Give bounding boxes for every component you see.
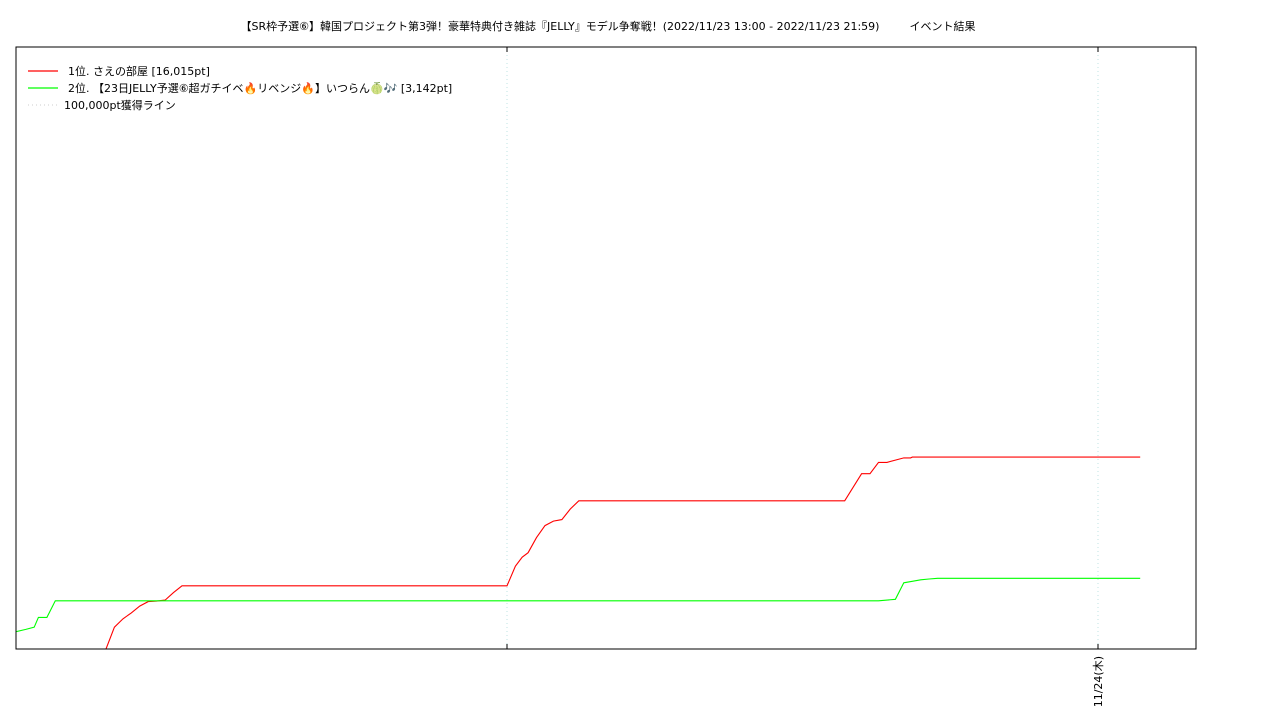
grid-lines <box>506 47 1099 649</box>
series-line-1 <box>16 456 1141 649</box>
legend-label-3: 100,000pt獲得ライン <box>64 99 176 112</box>
legend: 1位. さえの部屋 [16,015pt] 2位. 【23日JELLY予選⑥超ガチイ… <box>28 64 452 112</box>
series-line-2 <box>16 577 1141 633</box>
x-tick-label: 11/24(木) <box>1092 656 1105 707</box>
legend-label-1: 1位. さえの部屋 [16,015pt] <box>68 64 210 78</box>
line-chart: 11/24(木) 1位. さえの部屋 [16,015pt] 2位. 【23日JEL… <box>15 46 1197 707</box>
plot-frame <box>15 46 1197 650</box>
legend-label-2: 2位. 【23日JELLY予選⑥超ガチイベ🔥リベンジ🔥】いつらん🍈🎶 [3,14… <box>68 81 452 95</box>
x-axis-ticks: 11/24(木) <box>506 47 1105 707</box>
series-layer <box>16 456 1141 649</box>
